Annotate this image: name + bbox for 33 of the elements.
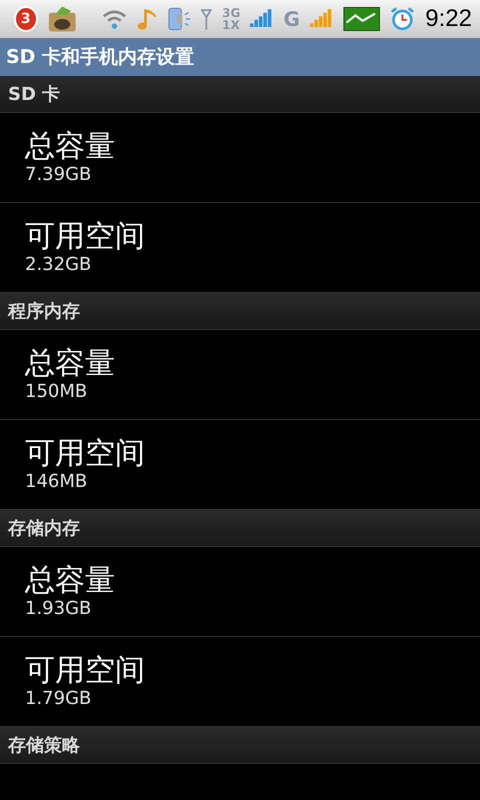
network-type-label: 1X	[222, 19, 240, 31]
item-title: 可用空间	[25, 654, 146, 688]
activity-graph-icon	[342, 5, 380, 33]
item-title: 总容量	[25, 346, 116, 382]
section-title: 程序内存	[8, 300, 80, 323]
item-value: 146MB	[25, 471, 88, 492]
music-note-icon	[136, 6, 158, 32]
item-value: 7.39GB	[25, 164, 92, 186]
settings-item[interactable]: 总容量 7.39GB	[0, 113, 480, 203]
antenna-icon	[201, 7, 212, 31]
settings-item[interactable]: 总容量 1.93GB	[0, 547, 480, 637]
section-title: 存储内存	[8, 517, 80, 540]
item-title: 可用空间	[25, 436, 146, 472]
item-value: 1.93GB	[25, 598, 92, 620]
item-title: 总容量	[25, 564, 116, 598]
section-title: 存储策略	[8, 734, 80, 757]
network-type-label: G	[283, 7, 300, 31]
settings-item[interactable]: 总容量 150MB	[0, 330, 480, 420]
item-title: 总容量	[25, 130, 116, 164]
item-value: 1.79GB	[25, 688, 92, 710]
alarm-clock-icon	[390, 5, 416, 33]
signal-icon	[250, 8, 274, 30]
notification-count[interactable]: 3	[14, 6, 38, 32]
section-title: SD 卡	[8, 83, 60, 106]
item-title: 可用空间	[25, 220, 146, 254]
item-value: 2.32GB	[25, 254, 92, 276]
screen-title: SD 卡和手机内存设置	[6, 45, 194, 70]
network-type-label: 3G	[222, 7, 240, 19]
signal-icon	[310, 8, 333, 30]
item-value: 150MB	[25, 381, 88, 402]
phone-speaker-icon	[168, 5, 192, 33]
app-icon[interactable]	[48, 4, 76, 34]
clock-time: 9:22	[425, 5, 472, 33]
